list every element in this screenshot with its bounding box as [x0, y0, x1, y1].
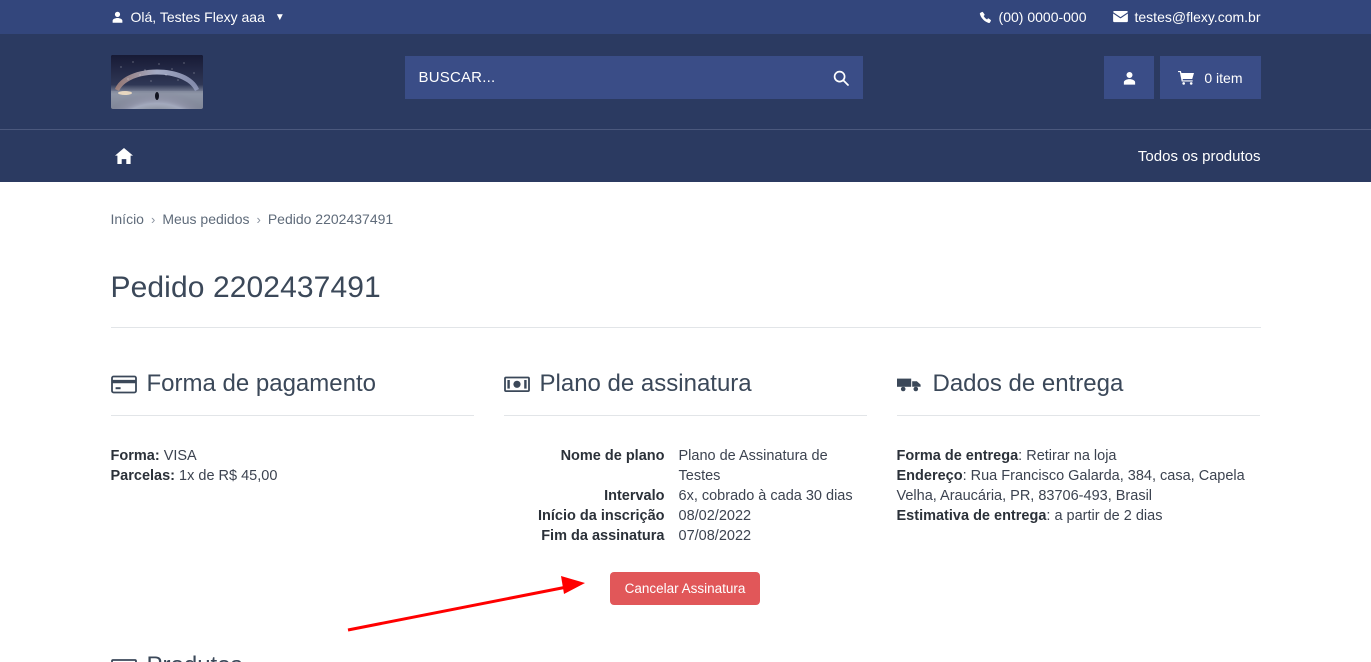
search-bar[interactable]: [405, 56, 863, 99]
account-button[interactable]: [1104, 56, 1154, 99]
breadcrumb-item-current: Pedido 2202437491: [268, 211, 393, 227]
search-input[interactable]: [405, 56, 819, 99]
credit-card-icon: [111, 374, 137, 394]
truck-icon: [897, 374, 923, 394]
plan-section-heading: Plano de assinatura: [504, 370, 867, 416]
plan-detail-row: Fim da assinatura 07/08/2022: [504, 526, 867, 546]
payment-method-value: VISA: [164, 448, 197, 464]
plan-detail-row: Início da inscrição 08/02/2022: [504, 506, 867, 526]
title-divider: [111, 327, 1261, 328]
cart-icon: [1178, 70, 1195, 85]
payment-row: Parcelas: 1x de R$ 45,00: [111, 466, 474, 486]
breadcrumb-separator-icon: ›: [256, 212, 260, 227]
delivery-section-body: Forma de entrega: Retirar na loja Endere…: [897, 416, 1260, 526]
plan-interval-value: 6x, cobrado à cada 30 dias: [679, 486, 867, 506]
site-masthead: 0 item: [0, 34, 1371, 129]
phone-info[interactable]: (00) 0000-000: [979, 9, 1087, 25]
delivery-method-label: Forma de entrega: [897, 448, 1019, 464]
payment-row: Forma: VISA: [111, 446, 474, 466]
home-icon: [115, 148, 133, 164]
delivery-row: Endereço: Rua Francisco Galarda, 384, ca…: [897, 466, 1260, 506]
delivery-method-value: : Retirar na loja: [1018, 448, 1116, 464]
store-logo[interactable]: [111, 55, 203, 109]
cart-count-label: 0 item: [1204, 70, 1242, 86]
greeting-label: Olá, Testes Flexy aaa: [131, 9, 265, 25]
delivery-section-heading: Dados de entrega: [897, 370, 1260, 416]
envelope-icon: [1113, 11, 1128, 23]
delivery-column: Dados de entrega Forma de entrega: Retir…: [897, 370, 1260, 605]
breadcrumb: Início › Meus pedidos › Pedido 220243749…: [111, 211, 1261, 227]
plan-name-value: Plano de Assinatura de Testes: [679, 446, 867, 486]
plan-details-list: Nome de plano Plano de Assinatura de Tes…: [504, 446, 867, 546]
contact-info: (00) 0000-000 testes@flexy.com.br: [979, 9, 1261, 25]
breadcrumb-item-meus-pedidos[interactable]: Meus pedidos: [162, 211, 249, 227]
main-navbar: Todos os produtos: [0, 129, 1371, 182]
plan-section-title: Plano de assinatura: [540, 370, 752, 398]
delivery-section-title: Dados de entrega: [933, 370, 1124, 398]
payment-section-heading: Forma de pagamento: [111, 370, 474, 416]
top-utility-bar: Olá, Testes Flexy aaa ▼ (00) 0000-000 te…: [0, 0, 1371, 34]
plan-actions: Cancelar Assinatura: [504, 572, 867, 605]
cancel-subscription-button[interactable]: Cancelar Assinatura: [610, 572, 761, 605]
page-title: Pedido 2202437491: [111, 271, 1261, 305]
delivery-row: Forma de entrega: Retirar na loja: [897, 446, 1260, 466]
phone-number: (00) 0000-000: [999, 9, 1087, 25]
plan-detail-row: Nome de plano Plano de Assinatura de Tes…: [504, 446, 867, 486]
installments-label: Parcelas:: [111, 468, 176, 484]
plan-interval-label: Intervalo: [504, 486, 679, 506]
delivery-address-label: Endereço: [897, 468, 963, 484]
nav-all-products-link[interactable]: Todos os produtos: [1138, 148, 1261, 165]
email-info[interactable]: testes@flexy.com.br: [1113, 9, 1261, 25]
breadcrumb-separator-icon: ›: [151, 212, 155, 227]
email-address: testes@flexy.com.br: [1135, 9, 1261, 25]
logo-image: [111, 55, 203, 109]
payment-method-label: Forma:: [111, 448, 160, 464]
plan-end-label: Fim da assinatura: [504, 526, 679, 546]
plan-section-body: Nome de plano Plano de Assinatura de Tes…: [504, 416, 867, 605]
products-section-title: Produtos: [147, 652, 243, 662]
plan-detail-row: Intervalo 6x, cobrado à cada 30 dias: [504, 486, 867, 506]
header-actions: 0 item: [1104, 56, 1260, 99]
products-section-heading: Produtos: [111, 652, 1261, 662]
cart-button[interactable]: 0 item: [1160, 56, 1260, 99]
search-icon: [833, 70, 849, 86]
search-button[interactable]: [819, 56, 863, 99]
payment-section-body: Forma: VISA Parcelas: 1x de R$ 45,00: [111, 416, 474, 486]
phone-icon: [979, 11, 992, 24]
installments-value: 1x de R$ 45,00: [179, 468, 277, 484]
box-icon: [111, 656, 137, 662]
payment-section-title: Forma de pagamento: [147, 370, 376, 398]
nav-home-link[interactable]: [111, 130, 137, 182]
breadcrumb-item-inicio[interactable]: Início: [111, 211, 144, 227]
account-greeting-menu[interactable]: Olá, Testes Flexy aaa ▼: [111, 9, 285, 25]
money-bill-icon: [504, 374, 530, 394]
payment-column: Forma de pagamento Forma: VISA Parcelas:…: [111, 370, 474, 605]
order-detail-columns: Forma de pagamento Forma: VISA Parcelas:…: [111, 370, 1261, 605]
page-content: Início › Meus pedidos › Pedido 220243749…: [111, 182, 1261, 662]
plan-end-value: 07/08/2022: [679, 526, 867, 546]
delivery-estimate-label: Estimativa de entrega: [897, 508, 1047, 524]
user-icon: [1122, 70, 1137, 86]
chevron-down-icon: ▼: [275, 12, 285, 23]
delivery-estimate-value: : a partir de 2 dias: [1046, 508, 1162, 524]
plan-start-label: Início da inscrição: [504, 506, 679, 526]
page-wrapper: Olá, Testes Flexy aaa ▼ (00) 0000-000 te…: [0, 0, 1371, 662]
plan-column: Plano de assinatura Nome de plano Plano …: [504, 370, 867, 605]
user-icon: [111, 10, 124, 24]
plan-start-value: 08/02/2022: [679, 506, 867, 526]
delivery-row: Estimativa de entrega: a partir de 2 dia…: [897, 506, 1260, 526]
plan-name-label: Nome de plano: [504, 446, 679, 486]
